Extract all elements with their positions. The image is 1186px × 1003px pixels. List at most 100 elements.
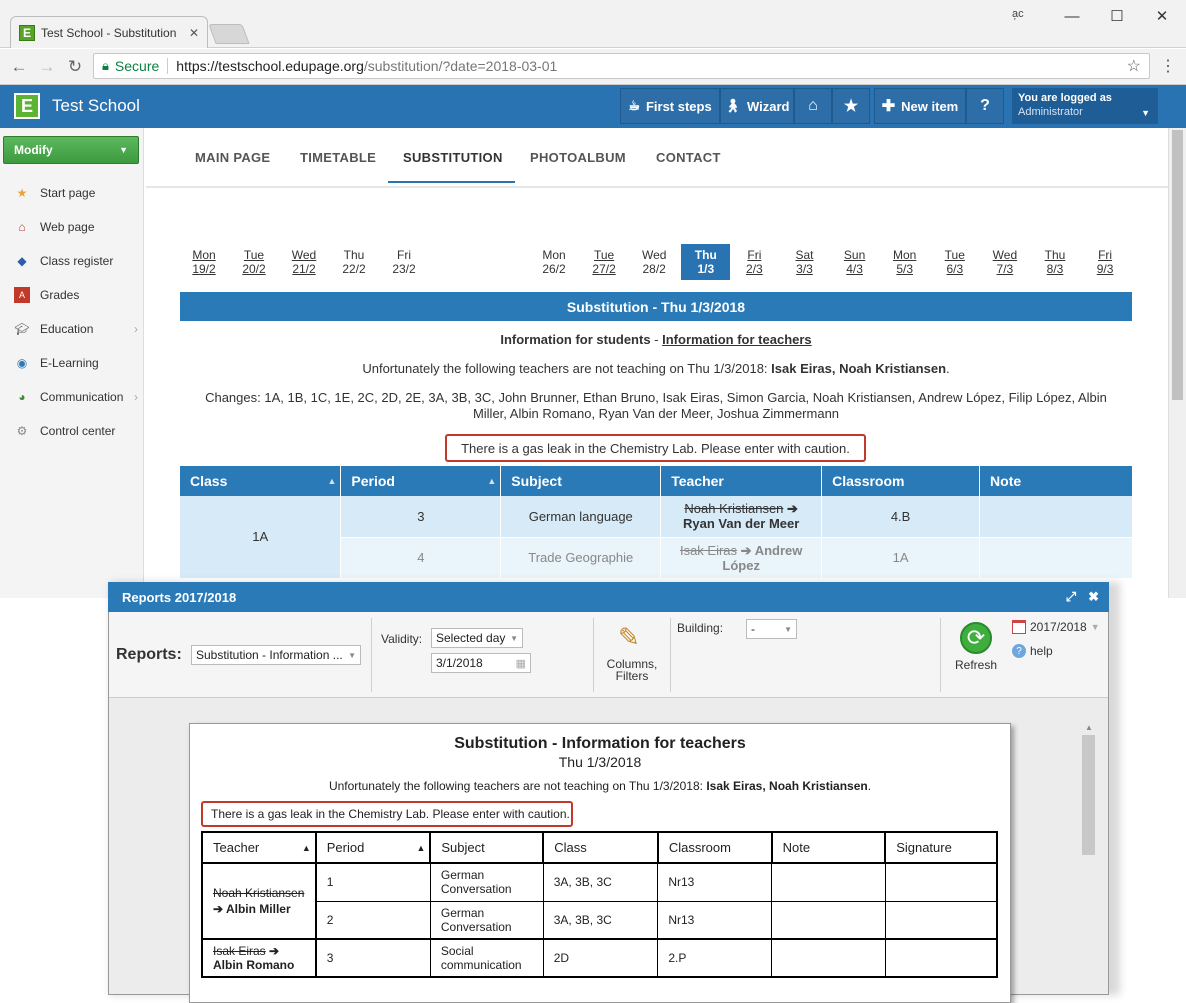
- day-sat-3-3[interactable]: Sat 3/3: [782, 248, 828, 276]
- page-scrollbar[interactable]: [1168, 128, 1186, 598]
- calendar-icon: [1012, 620, 1026, 634]
- day-thu-1-3[interactable]: Thu 1/3: [681, 244, 731, 280]
- day-fri-9-3[interactable]: Fri 9/3: [1082, 248, 1128, 276]
- tab-substitution[interactable]: SUBSTITUTION: [403, 150, 503, 165]
- day-sun-4-3[interactable]: Sun 4/3: [832, 248, 878, 276]
- browser-tab-active[interactable]: E Test School - Substitution ✕: [10, 16, 208, 48]
- reports-label: Reports:: [116, 646, 182, 663]
- column-header-classroom[interactable]: Classroom: [821, 466, 981, 496]
- day-tue-6-3[interactable]: Tue 6/3: [932, 248, 978, 276]
- minimize-icon[interactable]: —: [1052, 4, 1092, 28]
- report-scrollbar[interactable]: ▲: [1082, 723, 1096, 983]
- info-teachers-link[interactable]: Information for teachers: [662, 332, 812, 347]
- browser-menu-icon[interactable]: ⋮: [1160, 56, 1176, 76]
- validity-select[interactable]: Selected day ▼: [431, 628, 523, 648]
- day-tue-20-2[interactable]: Tue 20/2: [231, 248, 277, 276]
- user-menu[interactable]: You are logged as Administrator ▼: [1012, 88, 1158, 124]
- close-icon[interactable]: ✕: [1142, 4, 1182, 28]
- column-header-period[interactable]: Period ▲: [340, 466, 502, 496]
- forward-icon[interactable]: →: [36, 56, 58, 78]
- building-select[interactable]: - ▼: [746, 619, 797, 639]
- report-col-teacher[interactable]: Teacher ▲: [201, 831, 317, 864]
- tab-close-icon[interactable]: ✕: [189, 26, 199, 40]
- new-item-button[interactable]: ✚ New item: [874, 88, 966, 124]
- sidebar-item-web-page[interactable]: ⌂ Web page: [14, 214, 138, 240]
- day-tue-27-2[interactable]: Tue 27/2: [581, 248, 627, 276]
- column-header-subject[interactable]: Subject: [500, 466, 662, 496]
- day-fri-23-2[interactable]: Fri 23/2: [381, 248, 427, 276]
- report-type-select[interactable]: Substitution - Information ... ▼: [191, 645, 361, 665]
- sidebar-item-e-learning[interactable]: ◉ E-Learning: [14, 350, 138, 376]
- column-header-note[interactable]: Note: [979, 466, 1133, 496]
- chevron-down-icon: ▼: [348, 650, 356, 660]
- report-class-cell: 3A, 3B, 3C: [542, 862, 659, 902]
- site-name[interactable]: Test School: [52, 96, 140, 116]
- dialog-titlebar[interactable]: Reports 2017/2018 ⤢ ✖: [108, 582, 1109, 612]
- day-thu-22-2[interactable]: Thu 22/2: [331, 248, 377, 276]
- expand-icon[interactable]: ⤢: [1066, 589, 1076, 605]
- report-col-period[interactable]: Period ▲: [314, 831, 432, 864]
- calendar-icon[interactable]: ▦: [516, 657, 526, 670]
- day-wed-21-2[interactable]: Wed 21/2: [281, 248, 327, 276]
- day-wed-28-2[interactable]: Wed 28/2: [631, 248, 677, 276]
- day-wed-7-3[interactable]: Wed 7/3: [982, 248, 1028, 276]
- column-header-class[interactable]: Class ▲: [180, 466, 342, 496]
- reload-icon[interactable]: ↻: [64, 56, 86, 78]
- date-input[interactable]: 3/1/2018 ▦: [431, 653, 531, 673]
- report-col-note[interactable]: Note: [770, 831, 887, 864]
- tab-main-page[interactable]: MAIN PAGE: [195, 150, 270, 165]
- day-thu-8-3[interactable]: Thu 8/3: [1032, 248, 1078, 276]
- edupage-logo-icon[interactable]: E: [14, 93, 40, 119]
- tab-photoalbum[interactable]: PHOTOALBUM: [530, 150, 626, 165]
- report-note-cell: [771, 938, 886, 978]
- day-mon-26-2[interactable]: Mon 26/2: [531, 248, 577, 276]
- validity-value: Selected day: [436, 631, 506, 645]
- pencil-ruler-icon[interactable]: ✎: [618, 622, 640, 653]
- report-col-subject[interactable]: Subject: [429, 831, 545, 864]
- sidebar-item-start-page[interactable]: ★ Start page: [14, 180, 138, 206]
- report-col-classroom[interactable]: Classroom: [656, 831, 773, 864]
- sidebar-item-class-register[interactable]: ◆ Class register: [14, 248, 138, 274]
- day-fri-2-3[interactable]: Fri 2/3: [731, 248, 777, 276]
- sidebar-item-education[interactable]: 🎓︎ Education ›: [14, 316, 138, 342]
- help-link[interactable]: ? help: [1012, 644, 1053, 658]
- school-year-select[interactable]: 2017/2018 ▼: [1012, 620, 1100, 634]
- columns-filters-button[interactable]: Columns, Filters: [600, 658, 664, 682]
- report-col-class[interactable]: Class: [542, 831, 659, 864]
- sidebar-item-grades[interactable]: A Grades: [14, 282, 138, 308]
- favorites-button[interactable]: ★: [832, 88, 870, 124]
- scrollbar-thumb[interactable]: [1082, 735, 1095, 855]
- chevron-right-icon: ›: [134, 390, 138, 404]
- tab-contact[interactable]: CONTACT: [656, 150, 721, 165]
- sidebar-item-control-center[interactable]: ⚙︎ Control center: [14, 418, 138, 444]
- new-tab-button[interactable]: [208, 24, 250, 44]
- bookmark-star-icon[interactable]: ☆: [1127, 56, 1141, 76]
- maximize-icon[interactable]: ☐: [1097, 4, 1137, 28]
- scrollbar-thumb[interactable]: [1172, 130, 1183, 400]
- scroll-up-icon[interactable]: ▲: [1085, 723, 1093, 732]
- login-username: Administrator: [1018, 106, 1083, 118]
- home-button[interactable]: ⌂: [794, 88, 832, 124]
- column-header-teacher[interactable]: Teacher: [660, 466, 823, 496]
- help-button[interactable]: ?: [966, 88, 1004, 124]
- first-steps-button[interactable]: ☕︎ First steps: [620, 88, 720, 124]
- report-notice: There is a gas leak in the Chemistry Lab…: [201, 801, 573, 827]
- tab-timetable[interactable]: TIMETABLE: [300, 150, 376, 165]
- sidebar-item-communication[interactable]: ◕ Communication ›: [14, 384, 138, 410]
- report-table: Teacher ▲ Period ▲ Subject Class Classroom…: [201, 831, 998, 978]
- close-icon[interactable]: ✖: [1088, 589, 1099, 605]
- day-mon-5-3[interactable]: Mon 5/3: [882, 248, 928, 276]
- url-input[interactable]: 🔒︎ Secure https://testschool.edupage.org…: [93, 53, 1150, 79]
- report-col-signature[interactable]: Signature: [884, 831, 998, 864]
- refresh-button[interactable]: Refresh: [950, 658, 1002, 672]
- subject-cell: Trade Geographie: [500, 537, 662, 579]
- wizard-button[interactable]: 🚶︎ Wizard: [720, 88, 794, 124]
- modify-button[interactable]: Modify ▼: [3, 136, 139, 164]
- back-icon[interactable]: ←: [8, 56, 30, 78]
- day-date: 8/3: [1046, 262, 1064, 276]
- day-mon-19-2[interactable]: Mon 19/2: [181, 248, 227, 276]
- building-label: Building:: [677, 621, 724, 635]
- school-year-value: 2017/2018: [1030, 620, 1087, 634]
- refresh-icon[interactable]: ⟳: [960, 622, 992, 654]
- account-icon[interactable]: a͎c: [1012, 8, 1024, 20]
